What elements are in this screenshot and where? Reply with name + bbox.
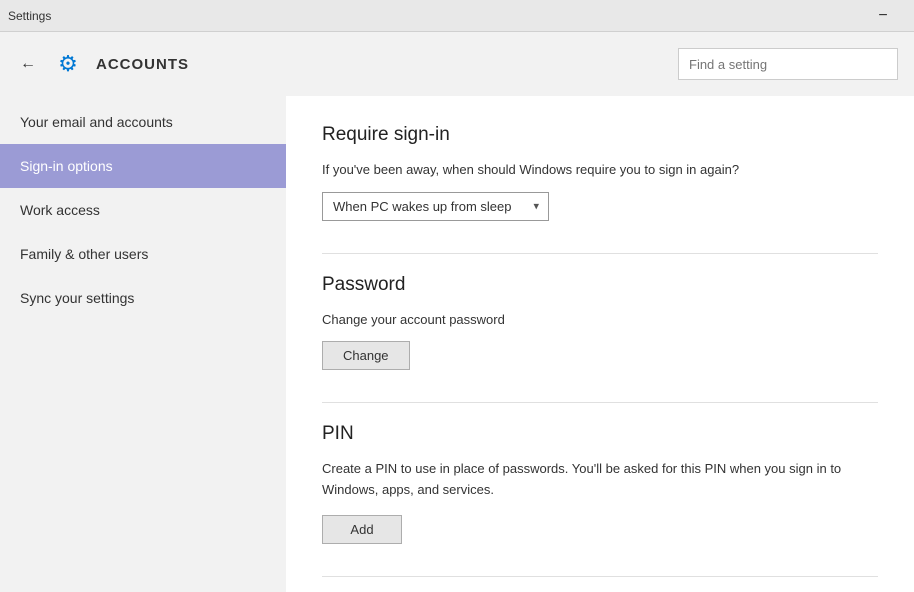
- change-password-button[interactable]: Change: [322, 341, 410, 370]
- app-container: ← ⚙ ACCOUNTS Your email and accounts Sig…: [0, 32, 914, 592]
- sidebar-item-sign-in-options[interactable]: Sign-in options: [0, 144, 286, 188]
- pin-section: PIN Create a PIN to use in place of pass…: [322, 423, 878, 544]
- sidebar-item-email-accounts[interactable]: Your email and accounts: [0, 100, 286, 144]
- sign-in-dropdown-wrapper: Never When PC wakes up from sleep After …: [322, 192, 549, 221]
- divider-3: [322, 576, 878, 577]
- title-bar: Settings −: [0, 0, 914, 32]
- require-sign-in-section: Require sign-in If you've been away, whe…: [322, 124, 878, 221]
- divider-1: [322, 253, 878, 254]
- require-sign-in-title: Require sign-in: [322, 124, 878, 146]
- content-area: Require sign-in If you've been away, whe…: [286, 96, 914, 592]
- sidebar-item-work-access[interactable]: Work access: [0, 188, 286, 232]
- minimize-button[interactable]: −: [860, 0, 906, 32]
- back-button[interactable]: ←: [16, 51, 40, 77]
- password-description: Change your account password: [322, 310, 878, 330]
- pin-description: Create a PIN to use in place of password…: [322, 459, 878, 501]
- require-sign-in-description: If you've been away, when should Windows…: [322, 160, 878, 180]
- add-pin-button[interactable]: Add: [322, 515, 402, 544]
- title-bar-left: Settings: [8, 9, 51, 23]
- password-section: Password Change your account password Ch…: [322, 274, 878, 371]
- header-left: ← ⚙ ACCOUNTS: [16, 48, 189, 80]
- header: ← ⚙ ACCOUNTS: [0, 32, 914, 96]
- sidebar: Your email and accounts Sign-in options …: [0, 96, 286, 592]
- sidebar-item-sync-settings[interactable]: Sync your settings: [0, 276, 286, 320]
- sidebar-item-family-other[interactable]: Family & other users: [0, 232, 286, 276]
- pin-title: PIN: [322, 423, 878, 445]
- app-title: ACCOUNTS: [96, 56, 189, 73]
- search-input[interactable]: [678, 48, 898, 80]
- sign-in-dropdown[interactable]: Never When PC wakes up from sleep After …: [322, 192, 549, 221]
- body: Your email and accounts Sign-in options …: [0, 96, 914, 592]
- gear-icon: ⚙: [52, 48, 84, 80]
- window-title: Settings: [8, 9, 51, 23]
- divider-2: [322, 402, 878, 403]
- password-title: Password: [322, 274, 878, 296]
- title-bar-controls: −: [860, 0, 906, 32]
